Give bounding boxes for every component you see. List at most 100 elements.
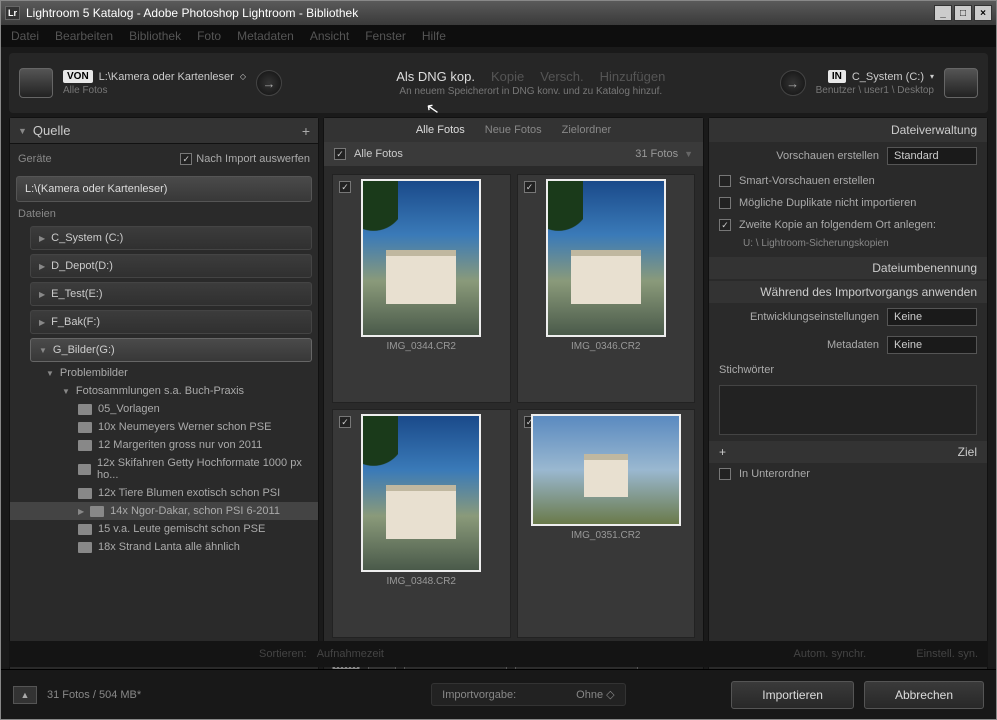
dest-arrow-button[interactable]: → [780, 70, 806, 96]
folder-icon [78, 464, 91, 475]
menu-bibliothek[interactable]: Bibliothek [129, 29, 181, 43]
tab-neue-fotos[interactable]: Neue Fotos [485, 124, 542, 136]
preset-label: Importvorgabe: [442, 689, 516, 701]
folder-leaf[interactable]: 10x Neumeyers Werner schon PSE [10, 418, 318, 436]
drive-g[interactable]: ▼G_Bilder(G:) [30, 338, 312, 362]
source-path[interactable]: L:\Kamera oder Kartenleser [99, 71, 234, 83]
thumbnails-panel: Alle Fotos Neue Fotos Zielordner Alle Fo… [323, 117, 704, 677]
folder-icon [78, 524, 92, 535]
folder-problembilder[interactable]: ▼Problembilder [10, 364, 318, 382]
folder-fotosammlungen[interactable]: ▼Fotosammlungen s.a. Buch-Praxis [10, 382, 318, 400]
folder-leaf[interactable]: ▶14x Ngor-Dakar, schon PSI 6-2011 [10, 502, 318, 520]
source-panel: ▼ Quelle + Geräte Nach Import auswerfen … [9, 117, 319, 677]
thumb-caption: IMG_0346.CR2 [571, 341, 640, 352]
cancel-button[interactable]: Abbrechen [864, 681, 984, 709]
expand-filmstrip-button[interactable]: ▲ [13, 686, 37, 704]
folder-leaf[interactable]: 05_Vorlagen [10, 400, 318, 418]
menu-metadaten[interactable]: Metadaten [237, 29, 294, 43]
add-dest-icon[interactable]: + [719, 445, 726, 459]
thumb-image [546, 179, 666, 337]
folder-leaf[interactable]: 15 v.a. Leute gemischt schon PSE [10, 520, 318, 538]
section-dateiverwaltung[interactable]: Dateiverwaltung [709, 118, 987, 142]
device-item[interactable]: L:\(Kamera oder Kartenleser) [16, 176, 312, 202]
duplicates-label: Mögliche Duplikate nicht importieren [739, 197, 916, 209]
keywords-input[interactable] [719, 385, 977, 435]
second-copy-label: Zweite Kopie an folgendem Ort anlegen: [739, 219, 936, 231]
thumb-caption: IMG_0348.CR2 [387, 576, 456, 587]
thumbnail[interactable]: IMG_0351.CR2 [517, 409, 696, 638]
metadata-select[interactable]: Keine [887, 336, 977, 354]
thumb-caption: IMG_0351.CR2 [571, 530, 640, 541]
von-badge: VON [63, 70, 93, 83]
menu-hilfe[interactable]: Hilfe [422, 29, 446, 43]
thumbnail[interactable]: IMG_0348.CR2 [332, 409, 511, 638]
eject-checkbox[interactable] [180, 153, 192, 165]
preview-label: Vorschauen erstellen [776, 150, 879, 162]
copy-opt-versch[interactable]: Versch. [540, 69, 583, 84]
tab-zielordner[interactable]: Zielordner [562, 124, 612, 136]
second-copy-path[interactable]: U: \ Lightroom-Sicherungskopien [709, 236, 987, 255]
section-ziel[interactable]: +Ziel [709, 441, 987, 463]
menu-bar: Datei Bearbeiten Bibliothek Foto Metadat… [1, 25, 996, 47]
folder-leaf[interactable]: 12x Skifahren Getty Hochformate 1000 px … [10, 454, 318, 484]
menu-ansicht[interactable]: Ansicht [310, 29, 349, 43]
auto-sync-button[interactable]: Autom. synchr. [793, 648, 866, 660]
source-panel-title: Quelle [33, 123, 71, 138]
grid-collapse-icon[interactable]: ▼ [684, 149, 693, 159]
copy-opt-hinzuf[interactable]: Hinzufügen [600, 69, 666, 84]
select-all-checkbox[interactable] [334, 148, 346, 160]
add-source-icon[interactable]: + [302, 123, 310, 139]
sync-settings-button[interactable]: Einstell. syn. [916, 648, 978, 660]
source-panel-header[interactable]: ▼ Quelle + [10, 118, 318, 144]
drive-d[interactable]: ▶D_Depot(D:) [30, 254, 312, 278]
subfolder-label: In Unterordner [739, 468, 810, 480]
devices-label: Geräte [18, 153, 52, 165]
preview-select[interactable]: Standard [887, 147, 977, 165]
minimize-button[interactable]: _ [934, 5, 952, 21]
menu-fenster[interactable]: Fenster [365, 29, 406, 43]
folder-leaf[interactable]: 18x Strand Lanta alle ähnlich [10, 538, 318, 556]
thumbnail[interactable]: IMG_0346.CR2 [517, 174, 696, 403]
thumb-checkbox[interactable] [339, 416, 351, 428]
sort-value-dim[interactable]: Aufnahmezeit [317, 648, 384, 660]
copy-opt-kopie[interactable]: Kopie [491, 69, 524, 84]
develop-select[interactable]: Keine [887, 308, 977, 326]
thumbnail[interactable]: IMG_0344.CR2 [332, 174, 511, 403]
window-title: Lightroom 5 Katalog - Adobe Photoshop Li… [26, 6, 932, 20]
section-import-apply[interactable]: Während des Importvorgangs anwenden [709, 281, 987, 303]
second-copy-checkbox[interactable] [719, 219, 731, 231]
settings-panel: Dateiverwaltung Vorschauen erstellen Sta… [708, 117, 988, 677]
import-button[interactable]: Importieren [731, 681, 854, 709]
menu-foto[interactable]: Foto [197, 29, 221, 43]
dest-drive-icon [944, 68, 978, 98]
metadata-label: Metadaten [827, 339, 879, 351]
thumb-checkbox[interactable] [524, 181, 536, 193]
copy-sub: An neuem Speicherort in DNG konv. und zu… [399, 86, 662, 97]
maximize-button[interactable]: □ [954, 5, 972, 21]
source-dropdown-icon[interactable]: ◇ [240, 72, 246, 81]
folder-leaf[interactable]: 12 Margeriten gross nur von 2011 [10, 436, 318, 454]
thumb-checkbox[interactable] [339, 181, 351, 193]
drive-c[interactable]: ▶C_System (C:) [30, 226, 312, 250]
subfolder-checkbox[interactable] [719, 468, 731, 480]
menu-datei[interactable]: Datei [11, 29, 39, 43]
source-drive-icon [19, 68, 53, 98]
center-tabs: Alle Fotos Neue Fotos Zielordner [324, 118, 703, 142]
tab-alle-fotos[interactable]: Alle Fotos [416, 124, 465, 136]
section-dateiumbenennung[interactable]: Dateiumbenennung [709, 257, 987, 279]
filmstrip-toolbar: Sortieren: Aufnahmezeit Autom. synchr. E… [9, 641, 988, 667]
folder-leaf[interactable]: 12x Tiere Blumen exotisch schon PSI [10, 484, 318, 502]
close-button[interactable]: × [974, 5, 992, 21]
copy-opt-dng[interactable]: Als DNG kop. [396, 69, 475, 84]
source-arrow-button[interactable]: → [256, 70, 282, 96]
duplicates-checkbox[interactable] [719, 197, 731, 209]
drive-f[interactable]: ▶F_Bak(F:) [30, 310, 312, 334]
smart-preview-checkbox[interactable] [719, 175, 731, 187]
folder-icon [78, 542, 92, 553]
menu-bearbeiten[interactable]: Bearbeiten [55, 29, 113, 43]
drive-e[interactable]: ▶E_Test(E:) [30, 282, 312, 306]
dest-dropdown-icon[interactable]: ▾ [930, 72, 934, 81]
dest-path[interactable]: C_System (C:) [852, 71, 924, 83]
thumb-image [531, 414, 681, 526]
import-preset[interactable]: Importvorgabe: Ohne ◇ [431, 683, 625, 706]
